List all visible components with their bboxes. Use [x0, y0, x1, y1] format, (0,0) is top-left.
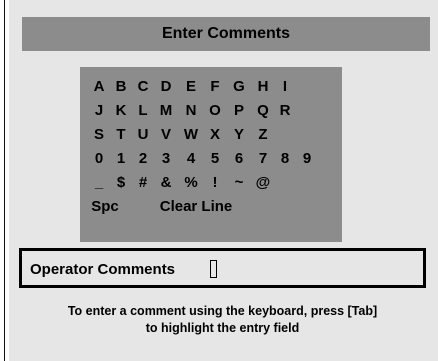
on-screen-keyboard: ABCDEFGHI JKLMNOPQR STUVWXYZ 0123456789 …	[80, 67, 342, 242]
key-symbol-ampersand[interactable]: &	[155, 171, 177, 195]
clear-line-key[interactable]: Clear Line	[148, 195, 244, 219]
key-letter-j[interactable]: J	[88, 99, 110, 123]
key-letter-x[interactable]: X	[204, 123, 226, 147]
key-letter-q[interactable]: Q	[252, 99, 274, 123]
key-letter-o[interactable]: O	[204, 99, 226, 123]
key-digit-2[interactable]: 2	[132, 147, 154, 171]
key-letter-i[interactable]: I	[274, 75, 296, 99]
window-edge	[4, 0, 5, 361]
key-letter-c[interactable]: C	[132, 75, 154, 99]
key-symbol-exclamation[interactable]: !	[204, 171, 226, 195]
key-letter-r[interactable]: R	[274, 99, 296, 123]
key-digit-8[interactable]: 8	[274, 147, 296, 171]
key-letter-z[interactable]: Z	[252, 123, 274, 147]
key-digit-6[interactable]: 6	[228, 147, 250, 171]
comment-input[interactable]	[30, 257, 410, 281]
key-letter-t[interactable]: T	[110, 123, 132, 147]
key-letter-n[interactable]: N	[180, 99, 202, 123]
key-digit-9[interactable]: 9	[296, 147, 318, 171]
key-row-letters-s-z: STUVWXYZ	[80, 123, 342, 147]
hint-line-2: to highlight the entry field	[145, 321, 300, 335]
text-cursor-icon	[210, 260, 217, 278]
key-letter-v[interactable]: V	[155, 123, 177, 147]
key-symbol-percent[interactable]: %	[180, 171, 202, 195]
key-digit-3[interactable]: 3	[155, 147, 177, 171]
key-digit-4[interactable]: 4	[180, 147, 202, 171]
key-digit-7[interactable]: 7	[252, 147, 274, 171]
key-letter-a[interactable]: A	[88, 75, 110, 99]
key-letter-l[interactable]: L	[132, 99, 154, 123]
key-row-actions: Spc Clear Line	[80, 195, 342, 219]
key-letter-s[interactable]: S	[88, 123, 110, 147]
key-letter-b[interactable]: B	[110, 75, 132, 99]
key-letter-g[interactable]: G	[228, 75, 250, 99]
key-letter-h[interactable]: H	[252, 75, 274, 99]
key-symbol-at[interactable]: @	[252, 171, 274, 195]
key-symbol-underscore[interactable]: _	[88, 171, 110, 195]
key-digit-1[interactable]: 1	[110, 147, 132, 171]
key-digit-5[interactable]: 5	[204, 147, 226, 171]
key-symbol-tilde[interactable]: ~	[228, 171, 250, 195]
key-letter-u[interactable]: U	[132, 123, 154, 147]
key-row-digits: 0123456789	[80, 147, 342, 171]
key-letter-e[interactable]: E	[180, 75, 202, 99]
key-letter-k[interactable]: K	[110, 99, 132, 123]
key-letter-w[interactable]: W	[180, 123, 202, 147]
key-row-symbols: _ $ # &%! ~ @	[80, 171, 342, 195]
comment-entry-field[interactable]	[19, 248, 426, 288]
key-row-letters-a-i: ABCDEFGHI	[80, 75, 342, 99]
key-symbol-hash[interactable]: #	[132, 171, 154, 195]
key-letter-m[interactable]: M	[155, 99, 177, 123]
space-key[interactable]: Spc	[84, 195, 126, 219]
key-letter-f[interactable]: F	[204, 75, 226, 99]
key-symbol-dollar[interactable]: $	[110, 171, 132, 195]
hint-line-1: To enter a comment using the keyboard, p…	[67, 304, 378, 318]
key-digit-0[interactable]: 0	[88, 147, 110, 171]
key-letter-p[interactable]: P	[228, 99, 250, 123]
key-letter-d[interactable]: D	[155, 75, 177, 99]
key-row-letters-j-r: JKLMNOPQR	[80, 99, 342, 123]
dialog-title: Enter Comments	[22, 17, 430, 51]
key-letter-y[interactable]: Y	[228, 123, 250, 147]
